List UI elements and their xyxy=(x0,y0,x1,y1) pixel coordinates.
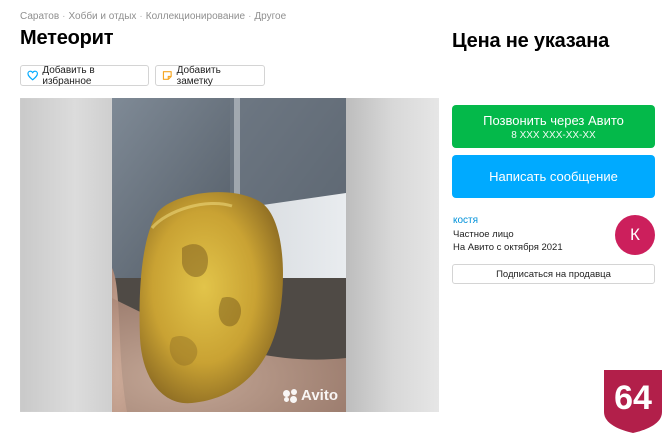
listing-photo[interactable]: Avito xyxy=(112,98,346,412)
add-note-button[interactable]: Добавить заметку xyxy=(155,64,265,87)
gallery-blur-left xyxy=(20,98,112,412)
send-message-label: Написать сообщение xyxy=(489,169,618,184)
page-title: Метеорит xyxy=(20,27,114,49)
phone-number-masked: 8 XXX XXX-XX-XX xyxy=(511,130,596,141)
breadcrumb: Саратов · Хобби и отдых · Коллекционирование… xyxy=(20,11,286,22)
add-to-favorites-button[interactable]: Добавить в избранное xyxy=(20,64,149,87)
seller-since: На Авито с октября 2021 xyxy=(453,242,563,253)
add-to-favorites-label: Добавить в избранное xyxy=(42,64,95,87)
breadcrumb-other[interactable]: Другое xyxy=(254,11,286,22)
avito-watermark-text: Avito xyxy=(301,387,338,404)
seller-name-link[interactable]: костя xyxy=(453,215,478,226)
region-badge-text: 64 xyxy=(614,379,652,417)
seller-type: Частное лицо xyxy=(453,229,514,240)
breadcrumb-separator: · xyxy=(62,11,66,22)
avito-watermark: Avito xyxy=(283,387,338,404)
subscribe-label: Подписаться на продавца xyxy=(496,268,611,280)
heart-icon xyxy=(27,70,38,81)
seller-avatar[interactable]: К xyxy=(615,215,655,255)
avatar-letter: К xyxy=(630,225,640,244)
breadcrumb-collecting[interactable]: Коллекционирование xyxy=(146,11,245,22)
breadcrumb-separator: · xyxy=(248,11,252,22)
gallery-blur-right xyxy=(346,98,439,412)
photo-gallery[interactable]: Avito xyxy=(20,98,439,412)
note-icon xyxy=(162,71,172,80)
call-button-label: Позвонить через Авито xyxy=(483,113,624,128)
meteorite-photo xyxy=(112,98,346,412)
price: Цена не указана xyxy=(452,30,610,52)
send-message-button[interactable]: Написать сообщение xyxy=(452,155,655,198)
add-note-label: Добавить заметку xyxy=(176,64,221,87)
call-button[interactable]: Позвонить через Авито 8 XXX XXX-XX-XX xyxy=(452,105,655,148)
subscribe-to-seller-button[interactable]: Подписаться на продавца xyxy=(452,264,655,284)
breadcrumb-separator: · xyxy=(139,11,143,22)
breadcrumb-city[interactable]: Саратов xyxy=(20,11,59,22)
region-64-badge: 64 xyxy=(604,370,662,433)
breadcrumb-hobby[interactable]: Хобби и отдых xyxy=(68,11,136,22)
avito-logo-icon xyxy=(283,388,299,403)
